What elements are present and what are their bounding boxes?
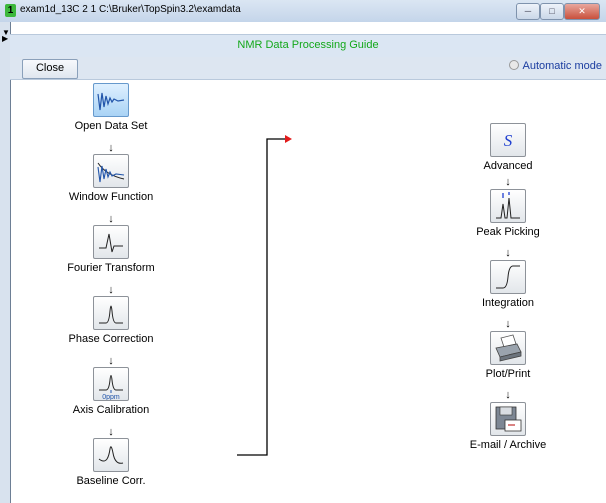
automatic-mode-label: Automatic mode xyxy=(522,60,602,72)
step-window-function[interactable]: Window Function xyxy=(51,154,171,203)
step-label: Integration xyxy=(482,297,534,309)
red-arrow-icon xyxy=(285,135,292,143)
step-label: Advanced xyxy=(483,160,533,172)
step-plot-print[interactable]: Plot/Print xyxy=(448,331,568,380)
window-titlebar: 1 exam1d_13C 2 1 C:\Bruker\TopSpin3.2\ex… xyxy=(0,0,606,23)
down-arrow-icon: ↓ xyxy=(108,355,114,367)
fourier-icon[interactable] xyxy=(93,225,129,259)
step-fourier-transform[interactable]: Fourier Transform xyxy=(51,225,171,274)
integral-icon[interactable] xyxy=(490,260,526,294)
step-label: Plot/Print xyxy=(485,368,531,380)
window-number-badge: 1 xyxy=(5,4,16,17)
close-button[interactable]: Close xyxy=(22,59,78,79)
down-arrow-icon: ↓ xyxy=(505,318,511,330)
maximize-button[interactable]: □ xyxy=(540,3,564,20)
guide-header: NMR Data Processing Guide xyxy=(10,34,606,58)
step-axis-calibration[interactable]: 0ppm Axis Calibration xyxy=(51,367,171,416)
step-label: Axis Calibration xyxy=(72,404,150,416)
peak-icon[interactable] xyxy=(93,296,129,330)
down-arrow-icon: ↓ xyxy=(108,142,114,154)
peak-picking-icon[interactable] xyxy=(490,189,526,223)
step-label: Fourier Transform xyxy=(67,262,155,274)
step-advanced[interactable]: S Advanced xyxy=(448,123,568,172)
window-function-icon[interactable] xyxy=(93,154,129,188)
window-close-button[interactable]: ✕ xyxy=(564,3,600,20)
guide-toolbar: Close Automatic mode xyxy=(10,57,606,80)
step-email-archive[interactable]: E-mail / Archive xyxy=(448,402,568,451)
side-strip: ▼ ▶ xyxy=(0,22,10,503)
step-label: E-mail / Archive xyxy=(469,439,547,451)
down-arrow-icon: ↓ xyxy=(505,389,511,401)
fid-icon[interactable] xyxy=(93,83,129,117)
down-arrow-icon: ↓ xyxy=(108,426,114,438)
step-open-data-set[interactable]: Open Data Set xyxy=(51,83,171,132)
window-title: exam1d_13C 2 1 C:\Bruker\TopSpin3.2\exam… xyxy=(20,4,241,15)
axis-unit-text: 0ppm xyxy=(102,394,120,400)
axis-calibration-icon[interactable]: 0ppm xyxy=(93,367,129,401)
script-s-glyph: S xyxy=(504,131,513,150)
workflow-area: Open Data Set ↓ Window Function ↓ Fourie… xyxy=(10,80,606,503)
step-phase-correction[interactable]: Phase Correction xyxy=(51,296,171,345)
automatic-mode-radio[interactable]: Automatic mode xyxy=(508,60,602,72)
flow-connector xyxy=(237,135,292,456)
down-arrow-icon: ↓ xyxy=(108,213,114,225)
step-label: Phase Correction xyxy=(68,333,154,345)
printer-icon[interactable] xyxy=(490,331,526,365)
floppy-email-icon[interactable] xyxy=(490,402,526,436)
step-label: Baseline Corr. xyxy=(76,475,146,487)
step-label: Window Function xyxy=(68,191,154,203)
step-label: Open Data Set xyxy=(74,120,148,132)
window-marker-icon: ▼ ▶ xyxy=(2,28,10,43)
step-integration[interactable]: Integration xyxy=(448,260,568,309)
down-arrow-icon: ↓ xyxy=(108,284,114,296)
step-baseline-correction[interactable]: Baseline Corr. xyxy=(51,438,171,487)
step-peak-picking[interactable]: Peak Picking xyxy=(448,189,568,238)
step-label: Peak Picking xyxy=(476,226,540,238)
down-arrow-icon: ↓ xyxy=(505,176,511,188)
down-arrow-icon: ↓ xyxy=(505,247,511,259)
minimize-button[interactable]: ─ xyxy=(516,3,540,20)
script-s-icon[interactable]: S xyxy=(490,123,526,157)
guide-title: NMR Data Processing Guide xyxy=(237,39,379,51)
baseline-icon[interactable] xyxy=(93,438,129,472)
radio-icon[interactable] xyxy=(508,60,519,70)
